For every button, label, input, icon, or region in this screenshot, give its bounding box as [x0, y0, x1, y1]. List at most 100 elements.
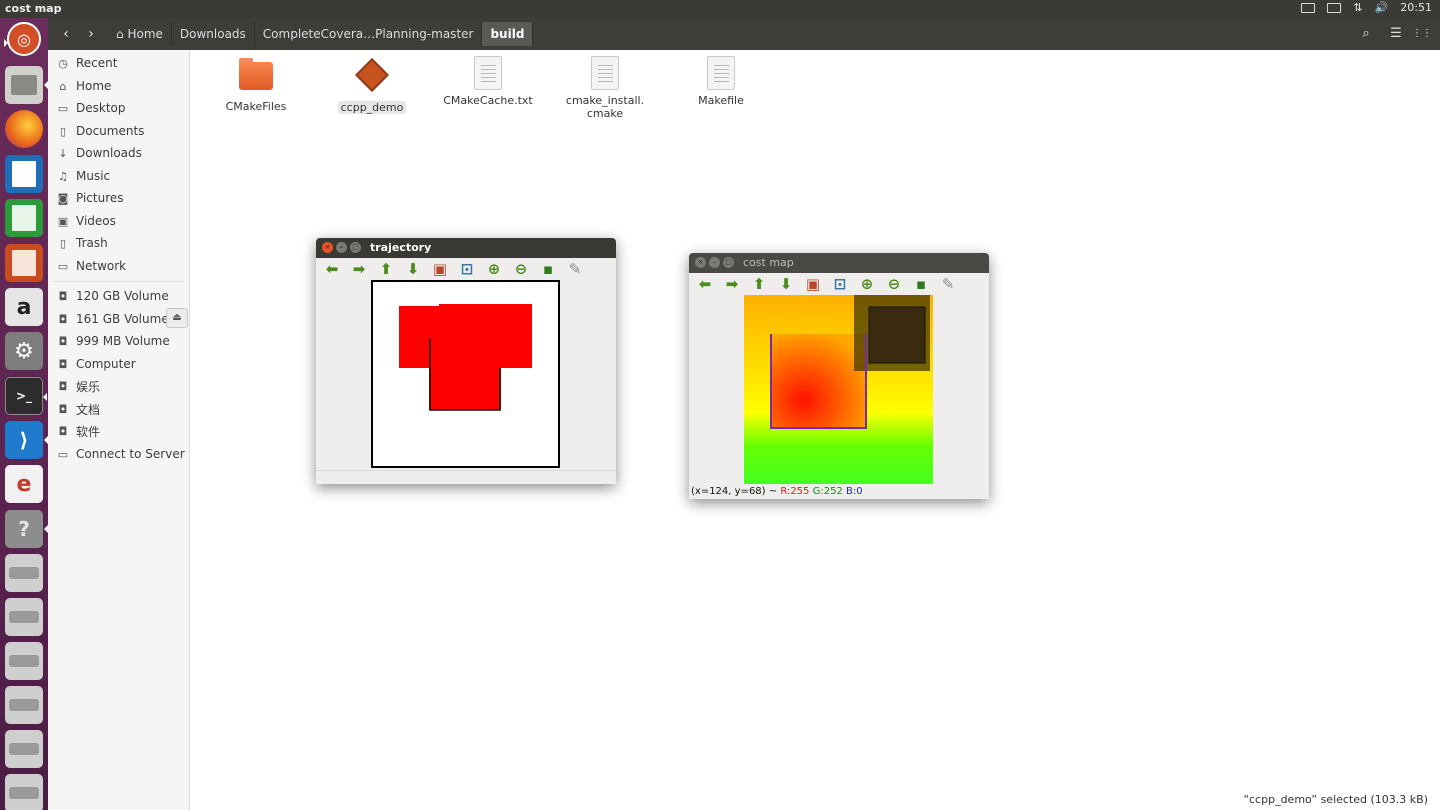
network-icon[interactable]: ⇅ [1353, 1, 1362, 14]
sidebar-item-software[interactable]: ◘ 软件 [48, 420, 190, 442]
sidebar-item-docs-volume[interactable]: ◘ 文档 [48, 398, 190, 420]
close-icon[interactable]: × [322, 242, 333, 253]
drive-icon[interactable] [5, 686, 43, 724]
text-file-icon [704, 56, 738, 90]
sidebar-item-entertainment[interactable]: ◘ 娱乐 [48, 375, 190, 397]
sidebar-item-connect-server[interactable]: ▭ Connect to Server [48, 443, 190, 465]
drive-icon[interactable] [5, 554, 43, 592]
sidebar-item-videos[interactable]: ▣ Videos [48, 210, 190, 232]
firefox-icon[interactable] [5, 110, 43, 148]
eject-icon[interactable]: ⏏ [166, 308, 188, 328]
sidebar-item-downloads[interactable]: ↓ Downloads [48, 142, 190, 164]
sidebar-item-computer[interactable]: ◘ Computer [48, 353, 190, 375]
file-item-selected[interactable]: ccpp_demo [322, 58, 422, 114]
videos-icon: ▣ [57, 214, 69, 228]
image-toolbar: ⬅ ➡ ⬆ ⬇ ▣ ⊡ ⊕ ⊖ ▪ ✎ [316, 258, 616, 280]
breadcrumb-project[interactable]: CompleteCovera…Planning-master [255, 22, 483, 46]
save-icon[interactable]: ▪ [538, 260, 558, 278]
sidebar-item-pictures[interactable]: ◙ Pictures [48, 187, 190, 209]
pan-down-icon[interactable]: ⬇ [776, 275, 796, 293]
pan-down-icon[interactable]: ⬇ [403, 260, 423, 278]
minimize-icon[interactable]: – [336, 242, 347, 253]
vscode-icon[interactable]: ⟩ [5, 421, 48, 459]
breadcrumb-downloads[interactable]: Downloads [172, 22, 255, 46]
properties-icon[interactable]: ✎ [565, 260, 585, 278]
pan-right-icon[interactable]: ➡ [722, 275, 742, 293]
back-button[interactable]: ‹ [54, 23, 78, 45]
pan-right-icon[interactable]: ➡ [349, 260, 369, 278]
zoom-in-icon[interactable]: ⊕ [484, 260, 504, 278]
writer-icon[interactable] [5, 155, 43, 193]
search-icon[interactable]: ⌕ [1356, 24, 1376, 44]
sidebar-item-recent[interactable]: ◷ Recent [48, 52, 190, 74]
menu-grid-icon[interactable]: ⋮⋮ [1412, 24, 1432, 44]
trajectory-image[interactable] [371, 280, 560, 468]
settings-icon[interactable]: ⚙ [5, 332, 43, 370]
trajectory-titlebar[interactable]: × – □ trajectory [316, 238, 616, 258]
costmap-titlebar[interactable]: × – □ cost map [689, 253, 989, 273]
drive-icon[interactable] [5, 642, 43, 680]
amazon-icon[interactable]: a [5, 288, 43, 326]
properties-icon[interactable]: ✎ [938, 275, 958, 293]
editor-icon[interactable]: e [5, 465, 43, 503]
costmap-image[interactable] [744, 295, 933, 484]
zoom-in-icon[interactable]: ⊕ [857, 275, 877, 293]
drive-icon[interactable] [5, 730, 43, 768]
sidebar-item-volume-999mb[interactable]: ◘ 999 MB Volume [48, 330, 190, 352]
folder-icon [239, 58, 273, 96]
file-item[interactable]: CMakeCache.txt [438, 56, 538, 107]
network-icon: ▭ [57, 259, 69, 273]
battery-icon[interactable] [1327, 2, 1342, 13]
trajectory-scrollbar[interactable] [316, 470, 616, 484]
breadcrumb-home[interactable]: ⌂ Home [108, 22, 172, 46]
drive-icon[interactable] [5, 598, 43, 636]
desktop-icon: ▭ [57, 101, 69, 115]
zoom-original-icon[interactable]: ▣ [430, 260, 450, 278]
keyboard-icon[interactable] [1301, 2, 1316, 13]
breadcrumb-build[interactable]: build [482, 22, 534, 46]
trash-icon: ▯ [59, 236, 67, 250]
pan-left-icon[interactable]: ⬅ [322, 260, 342, 278]
sidebar-item-network[interactable]: ▭ Network [48, 255, 190, 277]
zoom-out-icon[interactable]: ⊖ [884, 275, 904, 293]
terminal-icon[interactable]: >_ [5, 377, 47, 415]
zoom-original-icon[interactable]: ▣ [803, 275, 823, 293]
maximize-icon[interactable]: □ [723, 257, 734, 268]
zoom-fit-icon[interactable]: ⊡ [830, 275, 850, 293]
costmap-plot [744, 295, 933, 484]
sidebar-item-documents[interactable]: ▯ Documents [48, 120, 190, 142]
files-icon[interactable] [5, 66, 48, 104]
minimize-icon[interactable]: – [709, 257, 720, 268]
save-icon[interactable]: ▪ [911, 275, 931, 293]
file-item[interactable]: CMakeFiles [206, 58, 306, 113]
sidebar-item-music[interactable]: ♫ Music [48, 165, 190, 187]
clock[interactable]: 20:51 [1400, 1, 1432, 14]
sidebar-item-volume-161gb[interactable]: ◘ 161 GB Volume ⏏ [48, 308, 190, 330]
home-icon: ⌂ [59, 79, 67, 93]
volume-icon[interactable]: 🔊 [1375, 1, 1389, 14]
home-icon: ⌂ [116, 27, 124, 41]
sidebar-item-home[interactable]: ⌂ Home [48, 75, 190, 97]
costmap-high-cost-region [771, 334, 866, 428]
drive-icon: ◘ [58, 424, 68, 438]
pan-up-icon[interactable]: ⬆ [376, 260, 396, 278]
help-icon[interactable]: ? [5, 510, 48, 548]
maximize-icon[interactable]: □ [350, 242, 361, 253]
pan-left-icon[interactable]: ⬅ [695, 275, 715, 293]
sidebar-item-volume-120gb[interactable]: ◘ 120 GB Volume [48, 285, 190, 307]
close-icon[interactable]: × [695, 257, 706, 268]
calc-icon[interactable] [5, 199, 43, 237]
file-item[interactable]: Makefile [671, 56, 771, 107]
drive-icon[interactable] [5, 774, 43, 810]
sidebar-item-desktop[interactable]: ▭ Desktop [48, 97, 190, 119]
file-item[interactable]: cmake_install. cmake [555, 56, 655, 120]
sidebar-item-trash[interactable]: ▯ Trash [48, 232, 190, 254]
ubuntu-dash-icon[interactable]: ◎ [4, 22, 41, 56]
forward-button[interactable]: › [79, 23, 103, 45]
impress-icon[interactable] [5, 244, 43, 282]
zoom-out-icon[interactable]: ⊖ [511, 260, 531, 278]
documents-icon: ▯ [59, 124, 67, 138]
zoom-fit-icon[interactable]: ⊡ [457, 260, 477, 278]
list-view-icon[interactable]: ☰ [1386, 24, 1406, 44]
pan-up-icon[interactable]: ⬆ [749, 275, 769, 293]
